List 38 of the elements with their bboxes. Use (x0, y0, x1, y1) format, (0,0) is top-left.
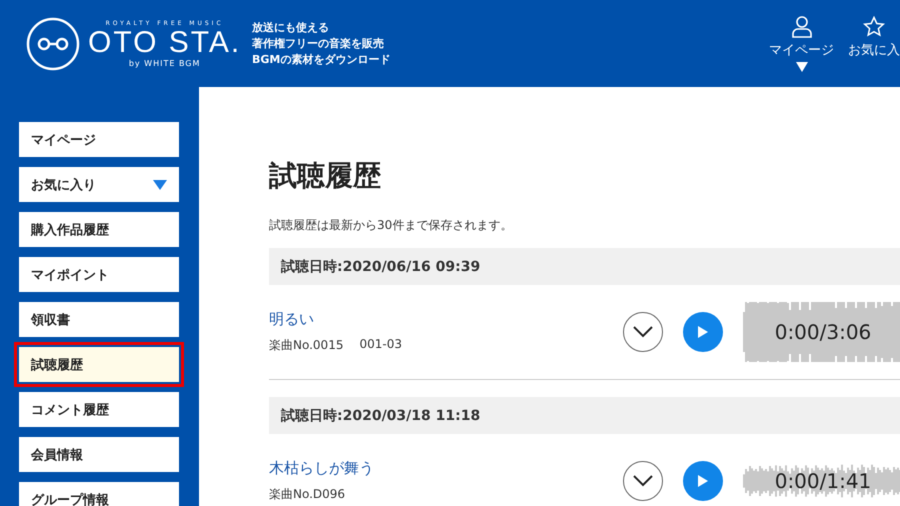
sidebar-item[interactable]: コメント履歴 (19, 392, 179, 427)
sidebar-item[interactable]: マイポイント (19, 257, 179, 292)
nav-link[interactable]: お気に入 (848, 16, 900, 72)
sidebar-item[interactable]: グループ情報 (19, 482, 179, 506)
sidebar-item[interactable]: マイページ (19, 122, 179, 157)
track-number: 楽曲No.D096 (269, 486, 346, 503)
logo-byline: by WHITE BGM (128, 58, 200, 68)
chevron-down-icon (633, 326, 653, 338)
track-code: 001-03 (359, 337, 402, 353)
track-link[interactable]: 明るい (269, 310, 623, 329)
header-description: 放送にも使える (252, 20, 330, 36)
nav-link[interactable]: マイページ (769, 16, 834, 72)
logo-wordmark: OTO STA. (88, 26, 242, 58)
info-note: 試聴履歴は最新から30件まで保存されます。 (269, 217, 514, 234)
sidebar-item[interactable]: 試聴履歴 (19, 347, 179, 382)
play-button[interactable] (683, 461, 723, 501)
track-number: 楽曲No.0015 (269, 337, 344, 354)
play-icon (697, 474, 709, 488)
header-description: BGMの素材をダウンロード (252, 52, 390, 68)
expand-button[interactable] (623, 461, 663, 501)
logo-icon (26, 16, 80, 70)
sidebar-item[interactable]: 購入作品履歴 (19, 212, 179, 247)
sidebar-item[interactable]: 領収書 (19, 302, 179, 337)
user-icon (792, 16, 812, 38)
playback-time: 0:00/3:06 (774, 320, 872, 344)
page-title: 試聴履歴 (269, 158, 382, 194)
sidebar-item[interactable]: 会員情報 (19, 437, 179, 472)
star-icon (863, 16, 885, 38)
expand-button[interactable] (623, 312, 663, 352)
date-header: 試聴日時:2020/03/18 11:18 (269, 397, 900, 434)
header-description: 著作権フリーの音楽を販売 (252, 36, 385, 52)
play-button[interactable] (683, 312, 723, 352)
play-icon (697, 325, 709, 339)
date-header: 試聴日時:2020/06/16 09:39 (269, 248, 900, 285)
sidebar-item[interactable]: お気に入り (19, 167, 179, 202)
chevron-down-icon (633, 475, 653, 487)
track-link[interactable]: 木枯らしが舞う (269, 459, 623, 478)
playback-time: 0:00/1:41 (774, 469, 872, 493)
